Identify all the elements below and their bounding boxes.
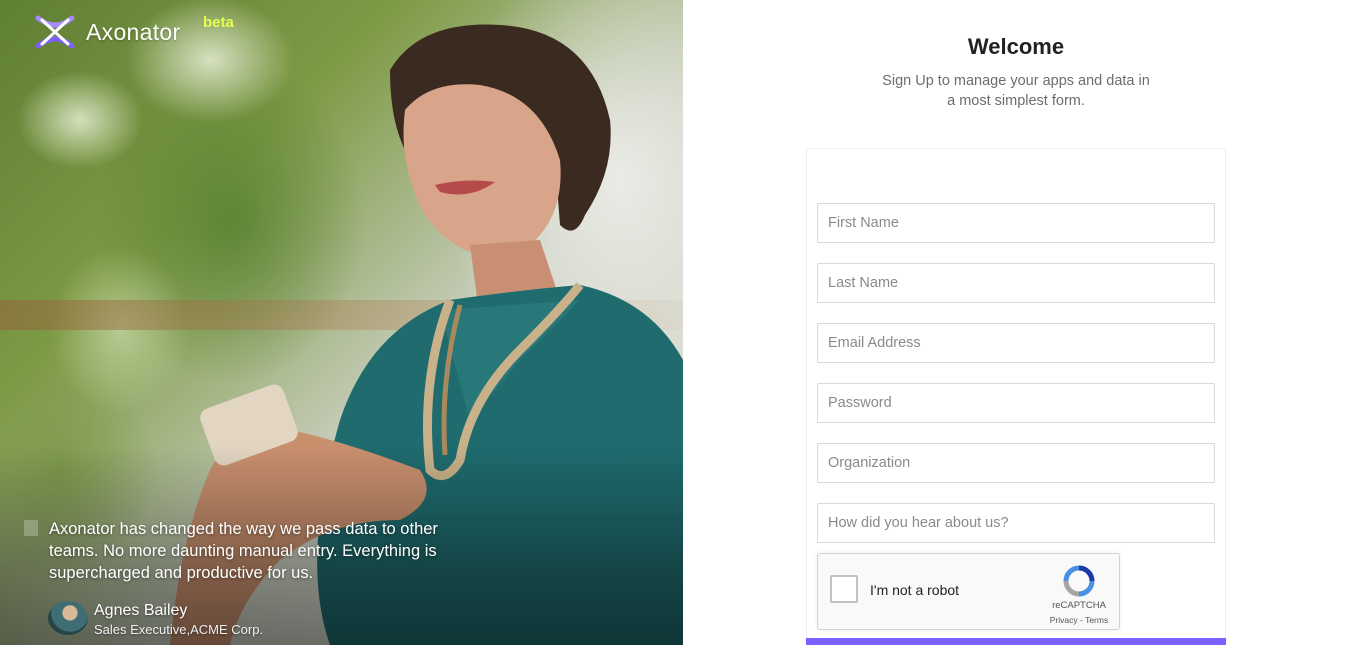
beta-badge: beta xyxy=(203,14,234,31)
recaptcha-widget: I'm not a robot reCAPTCHA Privacy - Term… xyxy=(817,553,1120,630)
avatar xyxy=(48,601,88,635)
author-info: Agnes Bailey Sales Executive,ACME Corp. xyxy=(94,601,263,639)
organization-field[interactable] xyxy=(817,443,1215,483)
last-name-field[interactable] xyxy=(817,263,1215,303)
recaptcha-brand: reCAPTCHA xyxy=(1052,600,1106,611)
recaptcha-checkbox[interactable] xyxy=(830,575,858,603)
referral-source-field[interactable] xyxy=(817,503,1215,543)
hero-panel: Axonator beta Axonator has changed the w… xyxy=(0,0,683,645)
subtitle-line-1: Sign Up to manage your apps and data in xyxy=(882,73,1150,89)
testimonial-author: Agnes Bailey Sales Executive,ACME Corp. xyxy=(48,601,263,639)
first-name-field[interactable] xyxy=(817,203,1215,243)
email-field[interactable] xyxy=(817,323,1215,363)
testimonial-quote: Axonator has changed the way we pass dat… xyxy=(49,520,438,582)
author-name: Agnes Bailey xyxy=(94,602,188,619)
subtitle-line-2: a most simplest form. xyxy=(947,93,1085,109)
axonator-x-logo-icon xyxy=(35,15,75,49)
quote-mark-icon xyxy=(24,520,38,536)
recaptcha-label: I'm not a robot xyxy=(870,582,960,598)
password-field[interactable] xyxy=(817,383,1215,423)
brand-name: Axonator xyxy=(86,18,181,45)
page-title: Welcome xyxy=(967,34,1065,59)
brand: Axonator beta xyxy=(34,14,234,50)
recaptcha-logo-icon xyxy=(1063,565,1095,597)
recaptcha-privacy-terms[interactable]: Privacy - Terms xyxy=(1042,615,1116,625)
signup-submit-button[interactable] xyxy=(806,638,1226,645)
author-title: Sales Executive,ACME Corp. xyxy=(94,622,264,637)
page-subtitle: Sign Up to manage your apps and data in … xyxy=(683,71,1349,111)
